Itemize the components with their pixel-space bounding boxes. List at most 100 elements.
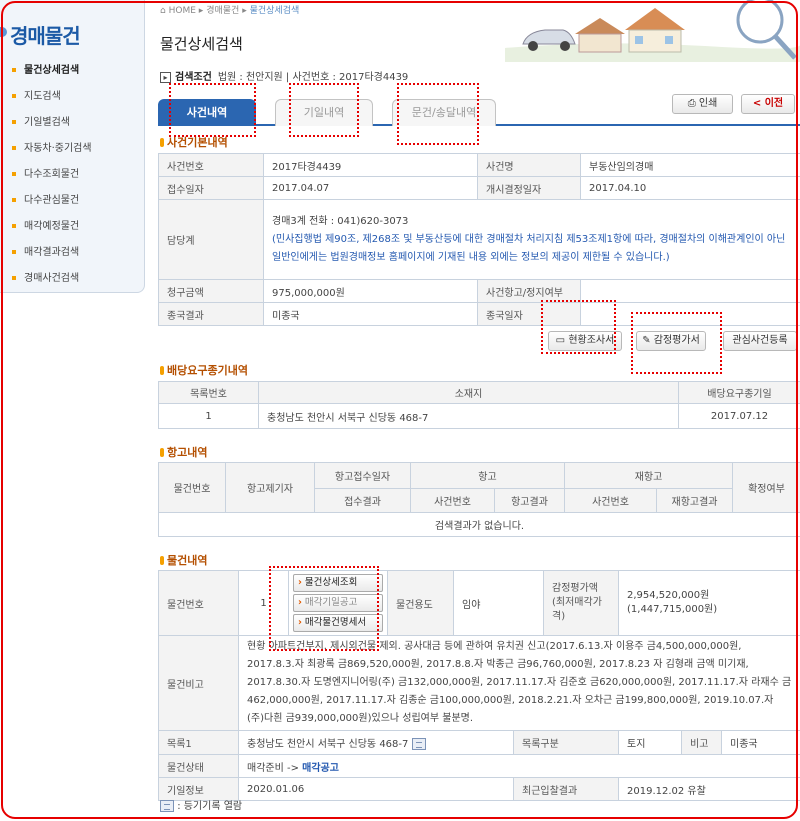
register-view-icon (160, 800, 174, 812)
remark-label: 비고 (681, 730, 722, 755)
appraisal-report-label: 감정평가서 (653, 335, 700, 346)
item-buttons-cell: › 물건상세조회 › 매각기일공고 › 매각물건명세서 (288, 570, 388, 636)
end-date-label: 종국일자 (477, 302, 581, 326)
sidebar-item-vehicle-search[interactable]: 자동차·중기검색 (0, 136, 144, 162)
claim-value: 975,000,000원 (263, 279, 478, 303)
sidebar-item-map-search[interactable]: 지도검색 (0, 84, 144, 110)
section-bullet-icon (160, 448, 164, 457)
sidebar-title: 경매물건 (0, 20, 81, 49)
section-item: 물건내역 (160, 552, 207, 568)
tab-case-details[interactable]: 사건내역 (158, 99, 256, 126)
home-icon: ⌂ (160, 6, 166, 16)
section-bullet-icon (160, 366, 164, 375)
sidebar-item-label: 물건상세검색 (24, 65, 80, 76)
appraisal-label-text: 감정평가액 (552, 583, 598, 594)
status-value: 매각공고 (302, 762, 339, 774)
column-header: 목록번호 (158, 381, 259, 404)
breadcrumb-section[interactable]: 경매물건 (206, 6, 239, 16)
item-memo-label: 물건비고 (158, 635, 239, 731)
sidebar-item-detail-search[interactable]: 물건상세검색 (0, 58, 144, 84)
survey-report-label: 현황조사서 (568, 335, 615, 346)
appraisal-report-button[interactable]: ✎ 감정평가서 (636, 331, 706, 351)
printer-icon: ⎙ (687, 98, 696, 109)
register-legend: : 등기기록 열람 (160, 797, 242, 812)
sidebar-item-date-search[interactable]: 기일별검색 (0, 110, 144, 136)
sidebar-menu: 물건상세검색 지도검색 기일별검색 자동차·중기검색 다수조회물건 다수관심물건… (0, 58, 144, 292)
claim-label: 청구금액 (158, 279, 264, 303)
table-row: 종국결과 미종국 종국일자 (158, 302, 800, 326)
column-header: 항고제기자 (225, 462, 315, 513)
column-header: 재항고 (563, 462, 734, 489)
interest-register-button[interactable]: 관심사건등록 (723, 331, 797, 351)
tab-date-details[interactable]: 기일내역 (275, 99, 373, 126)
sidebar-item-scheduled[interactable]: 매각예정물건 (0, 214, 144, 240)
appraisal-cell: 2,954,520,000원 (1,447,715,000원) (617, 570, 800, 636)
sidebar-item-label: 다수조회물건 (24, 169, 80, 180)
sidebar-title-text: 경매물건 (10, 24, 81, 48)
item-detail-button[interactable]: › 물건상세조회 (293, 574, 383, 592)
section-bullet-icon (160, 556, 164, 565)
appeal-table: 물건번호 항고제기자 항고접수일자 항고 재항고 확정여부 접수결과 사건번호 … (157, 462, 800, 537)
status-cell: 매각준비 -> 매각공고 (237, 754, 800, 778)
officer-cell: 경매3계 전화 : 041)620-3073 (민사집행법 제90조, 제268… (263, 199, 800, 280)
main-content: ⌂ HOME ▸ 경매물건 ▸ 물건상세검색 물건상세검색 ▸ 검색조건 법원 : … (145, 0, 800, 821)
column-header: 접수결과 (314, 488, 411, 513)
bullet-icon (12, 94, 16, 98)
section-title: 물건내역 (167, 554, 208, 567)
tab-document-details[interactable]: 문건/송달내역 (392, 99, 496, 126)
case-name-label: 사건명 (477, 153, 581, 177)
address-cell: 충청남도 천안시 서북구 신당동 468-7 (258, 403, 679, 429)
min-price-value: (1,447,715,000원) (627, 604, 718, 615)
case-no-label: 사건번호 (158, 153, 264, 177)
column-header: 배당요구종기일 (678, 381, 800, 404)
breadcrumb-home[interactable]: HOME (169, 6, 196, 16)
breadcrumb-current: 물건상세검색 (249, 6, 300, 16)
item-use-value: 임야 (453, 570, 544, 636)
sale-spec-button[interactable]: › 매각물건명세서 (293, 614, 383, 632)
sidebar-item-label: 다수관심물건 (24, 195, 80, 206)
bullet-icon (12, 276, 16, 280)
print-button[interactable]: ⎙ 인쇄 (672, 94, 733, 114)
sale-spec-label: 매각물건명세서 (304, 617, 367, 628)
column-header: 재항고결과 (655, 488, 734, 513)
remark-value: 미종국 (720, 730, 800, 755)
register-view-icon[interactable] (411, 738, 426, 750)
start-date-label: 개시결정일자 (477, 176, 581, 200)
search-condition-label: 검색조건 (175, 72, 212, 83)
sidebar-item-most-watched[interactable]: 다수관심물건 (0, 188, 144, 214)
section-title: 사건기본내역 (167, 136, 228, 149)
page-title: 물건상세검색 (160, 35, 243, 53)
table-row: 검색결과가 없습니다. (157, 512, 800, 537)
column-header: 물건번호 (158, 462, 226, 513)
sidebar: 경매물건 물건상세검색 지도검색 기일별검색 자동차·중기검색 다수조회물건 다… (0, 0, 145, 293)
appraisal-value: 2,954,520,000원 (627, 590, 710, 601)
item-table: 물건번호 1 › 물건상세조회 › 매각기일공고 › 매각물건명세서 물건용도 임야 … (158, 570, 800, 801)
sidebar-item-label: 자동차·중기검색 (24, 143, 92, 154)
sale-notice-button[interactable]: › 매각기일공고 (293, 594, 383, 612)
print-button-label: 인쇄 (698, 98, 718, 109)
appeal-status-label: 사건항고/정지여부 (477, 279, 581, 303)
sidebar-item-most-viewed[interactable]: 다수조회물건 (0, 162, 144, 188)
sidebar-item-label: 경매사건검색 (24, 273, 80, 284)
sidebar-item-label: 매각예정물건 (24, 221, 80, 232)
list-type-value: 토지 (618, 730, 682, 755)
status-prefix: 매각준비 -> (247, 762, 303, 774)
prev-button[interactable]: < 이전 (741, 94, 795, 114)
case-name-value: 부동산임의경매 (580, 153, 800, 177)
sidebar-item-results[interactable]: 매각결과검색 (0, 240, 144, 266)
table-row: 물건상태 매각준비 -> 매각공고 (158, 754, 800, 778)
table-header-row: 목록번호 소재지 배당요구종기일 (158, 381, 800, 404)
column-header: 소재지 (258, 381, 679, 404)
table-row: 접수일자 2017.04.07 개시결정일자 2017.04.10 (158, 176, 800, 200)
sidebar-item-case-search[interactable]: 경매사건검색 (0, 266, 144, 292)
table-row: 청구금액 975,000,000원 사건항고/정지여부 (158, 279, 800, 303)
bullet-icon (12, 198, 16, 202)
appeal-status-value (580, 279, 800, 303)
survey-report-button[interactable]: ▭ 현황조사서 (548, 331, 622, 351)
section-title: 배당요구종기내역 (167, 364, 248, 377)
table-row: 물건비고 현황 아파트건부지. 제시외건물 제외. 공사대금 등에 관하여 유치… (158, 635, 800, 731)
item-use-label: 물건용도 (387, 570, 454, 636)
arrow-right-icon: ▸ (160, 71, 171, 83)
search-condition: ▸ 검색조건 법원 : 천안지원 | 사건번호 : 2017타경4439 (160, 68, 408, 83)
received-date-value: 2017.04.07 (263, 176, 478, 200)
